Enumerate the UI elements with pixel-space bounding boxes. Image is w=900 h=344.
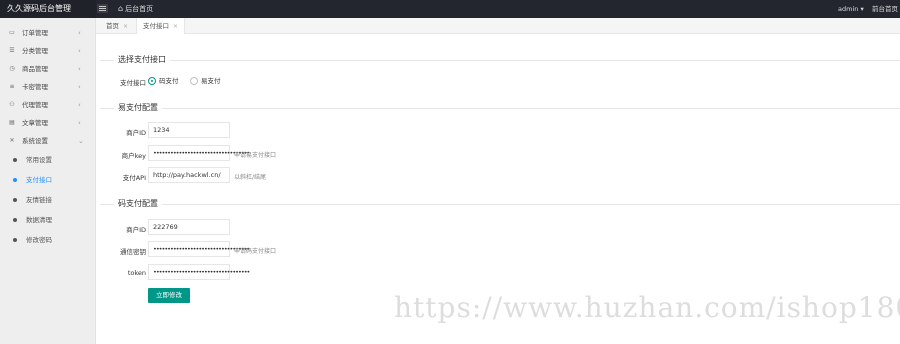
close-icon[interactable]: ×	[173, 23, 178, 30]
chevron-left-icon: ‹	[78, 29, 81, 37]
clock-icon: ◷	[9, 65, 15, 72]
caret-down-icon: ▾	[860, 5, 864, 13]
radio-codepay[interactable]: 码支付	[148, 75, 179, 85]
token-label: token	[127, 269, 146, 277]
epay-api-input[interactable]: http://pay.hackwl.cn/	[148, 167, 230, 183]
bullet-icon	[13, 218, 17, 222]
epay-api-hint: 以斜杠/结尾	[234, 174, 267, 181]
sidebar-item-settings[interactable]: ✕ 系统设置 ⌄	[0, 132, 96, 150]
list-icon: ≡	[9, 83, 15, 90]
settings-icon: ✕	[9, 137, 15, 144]
sidebar-item-articles[interactable]: ▤ 文章管理 ‹	[0, 114, 96, 132]
merchant-id-label: 商户ID	[126, 129, 146, 137]
epay-merchant-key-input[interactable]: ••••••••••••••••••••••••••••••••••	[148, 145, 250, 161]
merchant-key-label: 商户key	[121, 152, 146, 160]
chevron-left-icon: ‹	[78, 65, 81, 73]
radio-checked-icon	[148, 77, 156, 85]
sidebar-subitem-payment[interactable]: 支付接口	[0, 170, 96, 190]
codepay-secret-hint: 申请码支付接口	[234, 248, 277, 255]
document-icon: ▤	[9, 119, 15, 126]
tab-bar: 首页 × 支付接口 ×	[96, 18, 900, 34]
codepay-merchant-id-input[interactable]: 222769	[148, 219, 230, 235]
bullet-icon	[13, 198, 17, 202]
radio-epay[interactable]: 易支付	[190, 75, 221, 85]
tab-home[interactable]: 首页 ×	[102, 18, 132, 34]
menu-toggle-icon[interactable]	[97, 4, 108, 13]
secret-key-label: 通信密钥	[120, 248, 146, 256]
section-header-select-payment: 选择支付接口	[100, 54, 900, 66]
chevron-left-icon: ‹	[78, 83, 81, 91]
user-name: admin	[838, 5, 859, 13]
sidebar-subitem-common-settings[interactable]: 常用设置	[0, 150, 96, 170]
users-icon: ⚇	[9, 101, 15, 108]
divider	[100, 60, 900, 61]
home-icon: ⌂	[118, 4, 124, 13]
user-menu[interactable]: admin ▾	[838, 0, 864, 18]
sidebar: ▭ 订单管理 ‹ ☰ 分类管理 ‹ ◷ 商品管理 ‹ ≡ 卡密管理 ‹ ⚇ 代理…	[0, 18, 96, 344]
sidebar-subitem-links[interactable]: 友情链接	[0, 190, 96, 210]
home-link[interactable]: ⌂ 后台首页	[118, 0, 153, 18]
divider	[100, 108, 900, 109]
section-header-epay: 易支付配置	[100, 102, 900, 114]
bullet-icon	[13, 178, 17, 182]
chevron-left-icon: ‹	[78, 101, 81, 109]
close-icon[interactable]: ×	[123, 23, 128, 30]
section-header-codepay: 码支付配置	[100, 198, 900, 210]
radio-unchecked-icon	[190, 77, 198, 85]
sidebar-subitem-password[interactable]: 修改密码	[0, 230, 96, 250]
bullet-icon	[13, 158, 17, 162]
chevron-left-icon: ‹	[78, 119, 81, 127]
monitor-icon: ▭	[9, 29, 15, 36]
chevron-down-icon: ⌄	[78, 137, 84, 145]
chevron-left-icon: ‹	[78, 47, 81, 55]
payment-api-label: 支付API	[122, 174, 146, 182]
codepay-token-input[interactable]: ••••••••••••••••••••••••••••••••••	[148, 264, 250, 280]
payment-interface-label: 支付接口	[120, 79, 146, 87]
brand-title: 久久源码后台管理	[0, 0, 96, 18]
tab-payment[interactable]: 支付接口 ×	[136, 18, 186, 34]
front-page-link[interactable]: 前台首页	[872, 0, 898, 18]
epay-merchant-id-input[interactable]: 1234	[148, 122, 230, 138]
sidebar-subitem-data-cleanup[interactable]: 数据清理	[0, 210, 96, 230]
codepay-secret-input[interactable]: ••••••••••••••••••••••••••••••••••	[148, 241, 250, 257]
sidebar-item-agents[interactable]: ⚇ 代理管理 ‹	[0, 96, 96, 114]
layers-icon: ☰	[9, 47, 15, 54]
watermark-text: https://www.huzhan.com/ishop18070	[394, 291, 900, 324]
sidebar-item-orders[interactable]: ▭ 订单管理 ‹	[0, 24, 96, 42]
save-button[interactable]: 立即修改	[148, 288, 190, 303]
bullet-icon	[13, 238, 17, 242]
merchant-id-label: 商户ID	[126, 226, 146, 234]
sidebar-item-goods[interactable]: ◷ 商品管理 ‹	[0, 60, 96, 78]
sidebar-item-cards[interactable]: ≡ 卡密管理 ‹	[0, 78, 96, 96]
top-bar: 久久源码后台管理 ⌂ 后台首页 admin ▾ 前台首页	[0, 0, 900, 18]
sidebar-item-categories[interactable]: ☰ 分类管理 ‹	[0, 42, 96, 60]
epay-key-hint: 申请易支付接口	[234, 152, 277, 159]
divider	[100, 204, 900, 205]
